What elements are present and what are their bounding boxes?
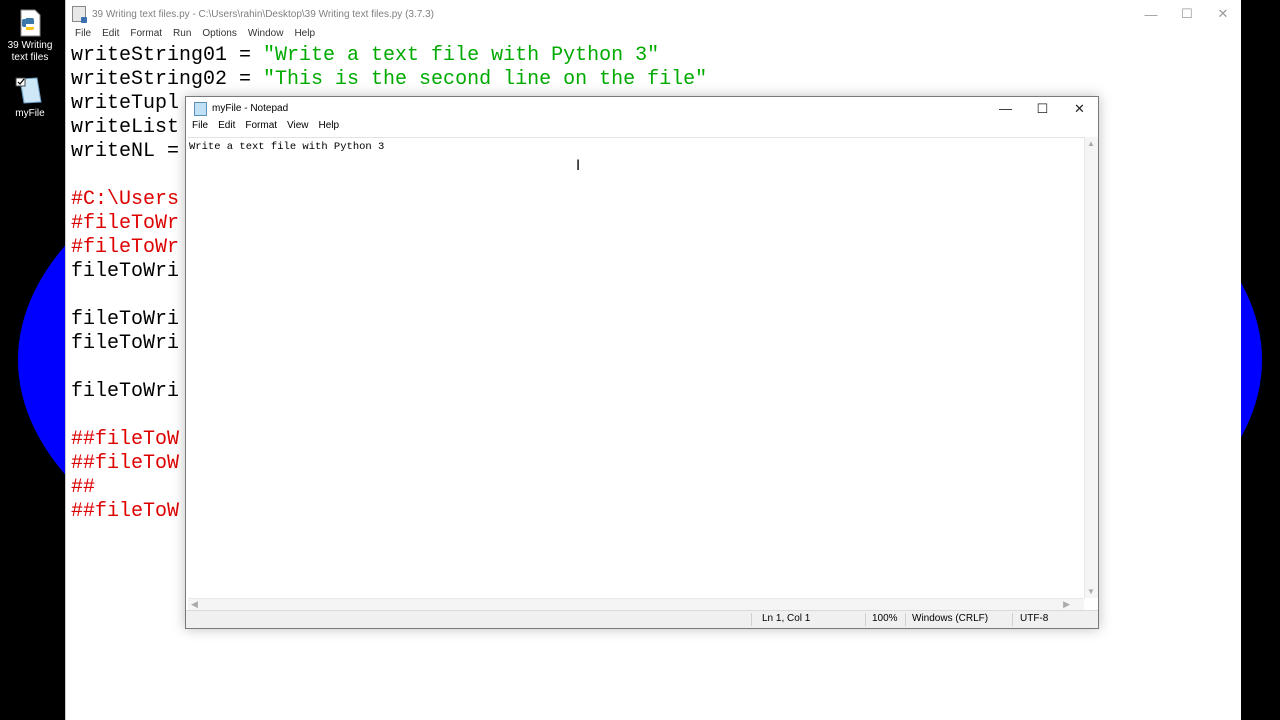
idle-window-title: 39 Writing text files.py - C:\Users\rahi…: [92, 8, 434, 20]
status-divider: [751, 613, 752, 626]
code-text: ##fileToW: [71, 452, 180, 475]
vertical-scrollbar[interactable]: ▲ ▼: [1084, 137, 1098, 598]
code-text: fileToWri: [71, 260, 180, 283]
code-text: ##fileToW: [71, 428, 180, 451]
idle-menu-bar: File Edit Format Run Options Window Help: [66, 28, 1241, 44]
scroll-down-icon[interactable]: ▼: [1087, 587, 1095, 596]
code-string: "This is the second line on the file": [263, 68, 708, 91]
notepad-status-bar: Ln 1, Col 1 100% Windows (CRLF) UTF-8: [186, 610, 1098, 628]
scroll-up-icon[interactable]: ▲: [1087, 139, 1095, 148]
code-text: ##: [71, 476, 96, 499]
menu-help[interactable]: Help: [289, 28, 321, 44]
python-file-icon: [72, 6, 87, 23]
menu-format[interactable]: Format: [125, 28, 168, 44]
code-text: writeString01 =: [71, 44, 264, 67]
status-line-endings: Windows (CRLF): [912, 613, 989, 624]
desktop-icon-label: text files: [11, 52, 49, 63]
close-button[interactable]: ✕: [1061, 97, 1098, 120]
desktop-icon-myfile[interactable]: myFile: [4, 76, 56, 120]
code-text: fileToWri: [71, 380, 180, 403]
menu-options[interactable]: Options: [197, 28, 242, 44]
menu-run[interactable]: Run: [168, 28, 197, 44]
status-zoom: 100%: [872, 613, 898, 624]
status-divider: [865, 613, 866, 626]
notepad-icon: [194, 101, 207, 116]
code-line: writeString01 = "Write a text file with …: [71, 44, 707, 68]
menu-edit[interactable]: Edit: [213, 120, 240, 137]
menu-window[interactable]: Window: [243, 28, 290, 44]
menu-edit[interactable]: Edit: [97, 28, 125, 44]
code-text: writeString02 =: [71, 68, 264, 91]
notepad-text-content: Write a text file with Python 3: [189, 141, 385, 153]
menu-format[interactable]: Format: [240, 120, 282, 137]
menu-view[interactable]: View: [282, 120, 314, 137]
desktop-icon-label: myFile: [15, 108, 45, 119]
code-text: #fileToWr: [71, 236, 180, 259]
code-text: writeNL =: [71, 140, 180, 163]
notepad-text-area[interactable]: Write a text file with Python 3: [188, 137, 1084, 599]
code-text: writeTupl: [71, 92, 180, 115]
status-divider: [1012, 613, 1013, 626]
text-file-icon: [15, 77, 42, 104]
code-text: #fileToWr: [71, 212, 180, 235]
code-string: "Write a text file with Python 3": [263, 44, 660, 67]
menu-help[interactable]: Help: [314, 120, 345, 137]
code-text: writeList: [71, 116, 180, 139]
status-cursor-position: Ln 1, Col 1: [762, 613, 811, 624]
maximize-button[interactable]: ☐: [1169, 0, 1205, 28]
notepad-title-bar[interactable]: myFile - Notepad: [186, 97, 1098, 120]
idle-title-bar[interactable]: 39 Writing text files.py - C:\Users\rahi…: [66, 0, 1241, 28]
minimize-button[interactable]: —: [987, 97, 1024, 120]
idle-window-controls: — ☐ ✕: [1133, 0, 1241, 28]
code-text: ##fileToW: [71, 500, 180, 523]
code-text: fileToWri: [71, 308, 180, 331]
desktop-icon-python-file[interactable]: 39 Writing text files: [4, 8, 56, 64]
minimize-button[interactable]: —: [1133, 0, 1169, 28]
python-file-icon: [20, 9, 41, 37]
notepad-window-controls: — ☐ ✕: [987, 97, 1098, 120]
scroll-left-icon[interactable]: ◀: [191, 599, 198, 610]
code-line: writeString02 = "This is the second line…: [71, 68, 707, 92]
desktop-icon-label: 39 Writing: [7, 40, 53, 51]
maximize-button[interactable]: ☐: [1024, 97, 1061, 120]
status-divider: [905, 613, 906, 626]
menu-file[interactable]: File: [70, 28, 97, 44]
notepad-window-title: myFile - Notepad: [212, 103, 289, 114]
code-text: fileToWri: [71, 332, 180, 355]
menu-file[interactable]: File: [187, 120, 213, 137]
notepad-menu-bar: File Edit Format View Help: [186, 120, 1098, 137]
scroll-right-icon[interactable]: ▶: [1063, 599, 1070, 610]
notepad-window: myFile - Notepad — ☐ ✕ File Edit Format …: [185, 96, 1099, 629]
close-button[interactable]: ✕: [1205, 0, 1241, 28]
status-encoding: UTF-8: [1020, 613, 1049, 624]
text-cursor-icon: I: [576, 158, 581, 174]
code-text: #C:\Users: [71, 188, 180, 211]
